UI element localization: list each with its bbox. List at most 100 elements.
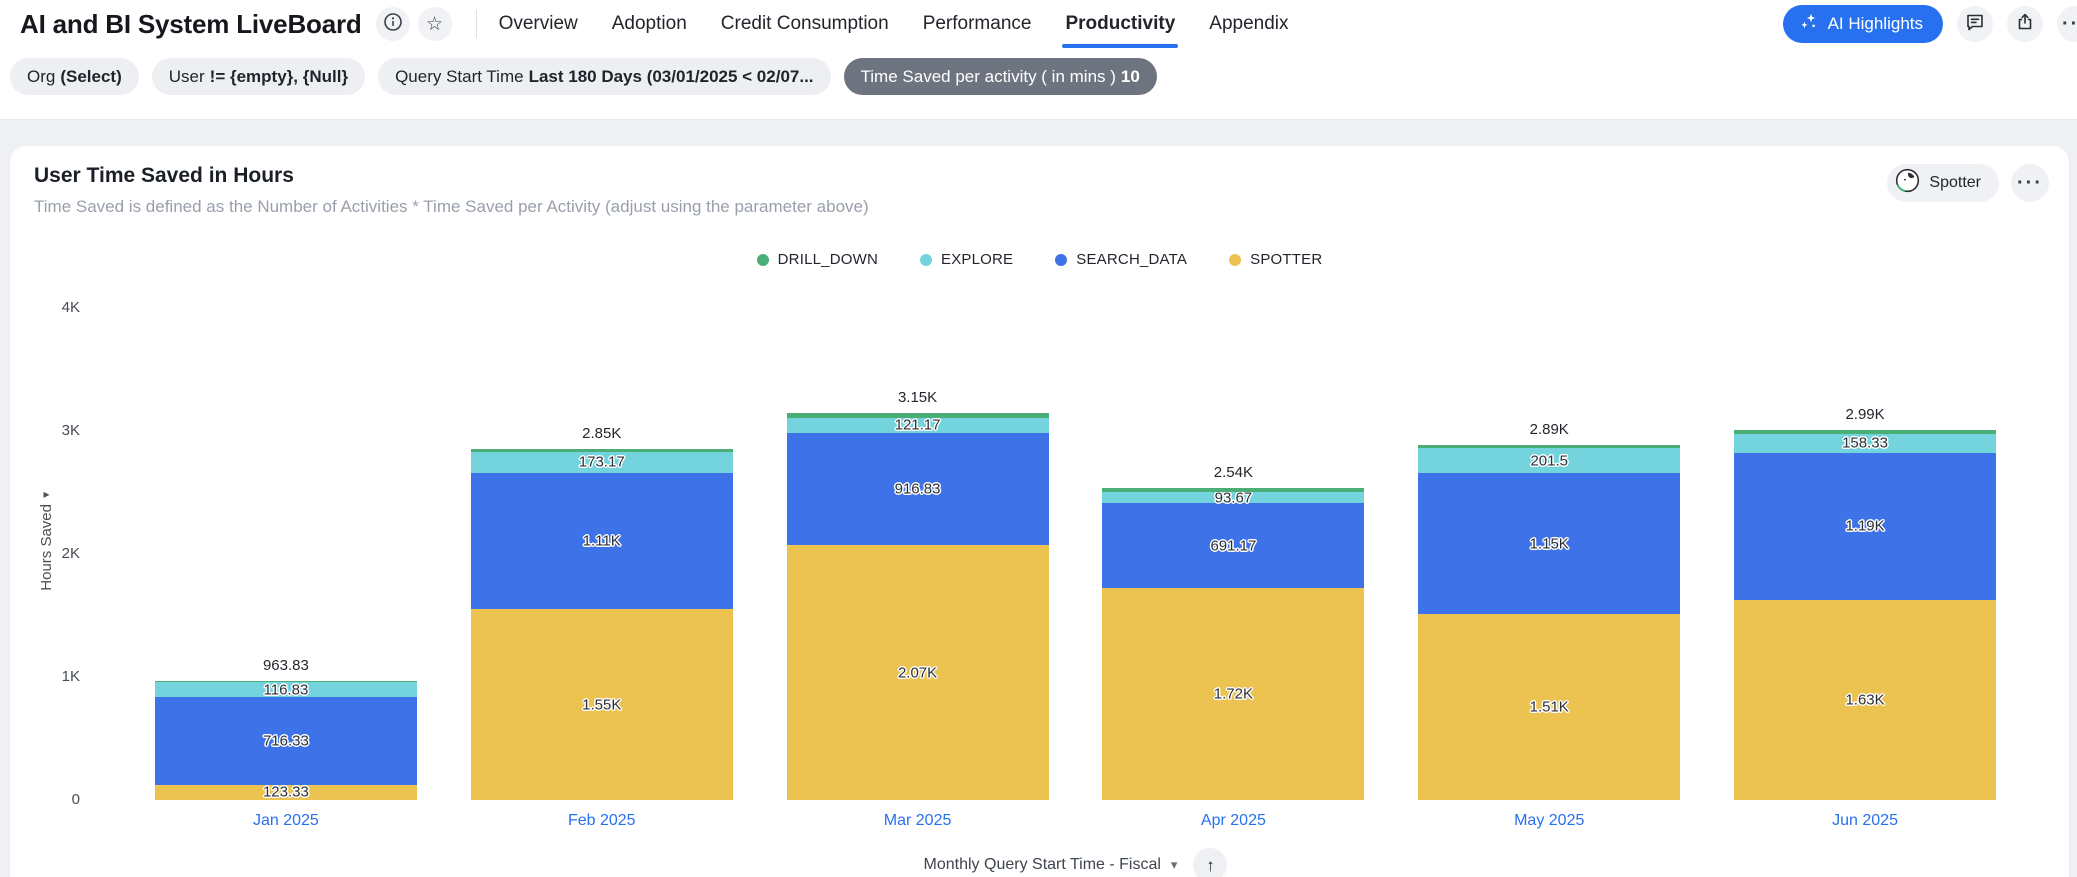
segment-search-data[interactable]: 1.19K bbox=[1734, 453, 1996, 599]
chart-legend: DRILL_DOWN EXPLORE SEARCH_DATA SPOTTER bbox=[10, 251, 2069, 268]
filter-chip-user[interactable]: User!= {empty}, {Null} bbox=[152, 58, 365, 95]
more-options-button-header[interactable]: ··· bbox=[2057, 6, 2077, 42]
segment-search-data[interactable]: 1.11K bbox=[471, 473, 733, 610]
tab-performance[interactable]: Performance bbox=[923, 0, 1032, 48]
topbar-actions: AI Highlights ··· bbox=[1783, 5, 2077, 43]
legend-label: SPOTTER bbox=[1250, 251, 1322, 268]
segment-drill-down[interactable] bbox=[787, 413, 1049, 418]
segment-spotter[interactable]: 123.33 bbox=[155, 785, 417, 800]
segment-search-data[interactable]: 916.83 bbox=[787, 433, 1049, 546]
legend-dot-icon bbox=[757, 254, 769, 266]
segment-explore[interactable]: 201.5 bbox=[1418, 448, 1680, 473]
segment-spotter[interactable]: 2.07K bbox=[787, 545, 1049, 800]
tab-credit-consumption[interactable]: Credit Consumption bbox=[721, 0, 889, 48]
tab-appendix[interactable]: Appendix bbox=[1209, 0, 1288, 48]
bar-total-label: 2.54K bbox=[1102, 464, 1364, 481]
header-divider bbox=[476, 10, 477, 38]
legend-item-search-data[interactable]: SEARCH_DATA bbox=[1055, 251, 1187, 268]
y-tick-0: 0 bbox=[10, 791, 80, 809]
stacked-bar-feb-2025[interactable]: 1.55K1.11K173.172.85K bbox=[471, 449, 733, 800]
share-button[interactable] bbox=[2007, 6, 2043, 42]
info-button[interactable] bbox=[376, 7, 410, 41]
top-bar: AI and BI System LiveBoard ☆ OverviewAdo… bbox=[0, 0, 2077, 48]
segment-spotter[interactable]: 1.72K bbox=[1102, 588, 1364, 800]
comment-icon bbox=[1965, 12, 1985, 37]
stacked-bar-mar-2025[interactable]: 2.07K916.83121.173.15K bbox=[787, 413, 1049, 800]
segment-value-label: 1.11K bbox=[471, 534, 733, 549]
filter-chip-org[interactable]: Org(Select) bbox=[10, 58, 139, 95]
stacked-bar-apr-2025[interactable]: 1.72K691.1793.672.54K bbox=[1102, 488, 1364, 800]
segment-drill-down[interactable] bbox=[1418, 445, 1680, 448]
segment-spotter[interactable]: 1.51K bbox=[1418, 614, 1680, 800]
tab-overview[interactable]: Overview bbox=[499, 0, 578, 48]
y-axis-title[interactable]: ▸ Hours Saved bbox=[38, 488, 55, 591]
y-tick-4k: 4K bbox=[10, 299, 80, 317]
segment-explore[interactable]: 158.33 bbox=[1734, 434, 1996, 454]
x-tick-feb-2025: Feb 2025 bbox=[444, 812, 760, 830]
segment-search-data[interactable]: 1.15K bbox=[1418, 473, 1680, 614]
segment-value-label: 93.67 bbox=[1102, 490, 1364, 505]
y-tick-1k: 1K bbox=[10, 668, 80, 686]
filter-chip-time-saved-per-activity-in-mins[interactable]: Time Saved per activity ( in mins )10 bbox=[844, 58, 1157, 95]
segment-value-label: 1.72K bbox=[1102, 687, 1364, 702]
viz-title-block: User Time Saved in Hours Time Saved is d… bbox=[34, 164, 1887, 217]
bar-group-apr-2025: 1.72K691.1793.672.54KApr 2025 bbox=[1075, 308, 1391, 800]
legend-item-drill-down[interactable]: DRILL_DOWN bbox=[757, 251, 878, 268]
bar-total-label: 3.15K bbox=[787, 389, 1049, 406]
segment-drill-down[interactable] bbox=[471, 449, 733, 452]
x-axis-title-label[interactable]: Monthly Query Start Time - Fiscal bbox=[924, 856, 1161, 874]
tab-productivity[interactable]: Productivity bbox=[1065, 0, 1175, 48]
segment-value-label: 916.83 bbox=[787, 482, 1049, 497]
segment-explore[interactable]: 116.83 bbox=[155, 682, 417, 696]
bar-total-label: 2.89K bbox=[1418, 421, 1680, 438]
segment-spotter[interactable]: 1.55K bbox=[471, 609, 733, 800]
stacked-bar-jan-2025[interactable]: 123.33716.33116.83963.83 bbox=[155, 681, 417, 800]
stacked-bar-jun-2025[interactable]: 1.63K1.19K158.332.99K bbox=[1734, 430, 1996, 800]
legend-dot-icon bbox=[920, 254, 932, 266]
legend-item-spotter[interactable]: SPOTTER bbox=[1229, 251, 1322, 268]
legend-label: SEARCH_DATA bbox=[1076, 251, 1187, 268]
bar-total-label: 963.83 bbox=[155, 657, 417, 674]
viz-card-header: User Time Saved in Hours Time Saved is d… bbox=[10, 146, 2069, 217]
x-tick-jun-2025: Jun 2025 bbox=[1707, 812, 2023, 830]
spotter-button[interactable]: Spotter bbox=[1887, 164, 1999, 202]
legend-label: EXPLORE bbox=[941, 251, 1013, 268]
bar-total-label: 2.99K bbox=[1734, 406, 1996, 423]
more-options-button-card[interactable]: ··· bbox=[2011, 164, 2049, 202]
segment-explore[interactable]: 93.67 bbox=[1102, 492, 1364, 504]
x-axis-control: Monthly Query Start Time - Fiscal ▾ ↑ bbox=[128, 848, 2023, 877]
x-tick-may-2025: May 2025 bbox=[1391, 812, 1707, 830]
segment-explore[interactable]: 173.17 bbox=[471, 452, 733, 473]
axis-arrow-icon: ▸ bbox=[43, 488, 49, 500]
chevron-down-icon[interactable]: ▾ bbox=[1171, 857, 1178, 873]
viz-subtitle: Time Saved is defined as the Number of A… bbox=[34, 197, 1887, 217]
favorite-button[interactable]: ☆ bbox=[418, 7, 452, 41]
segment-drill-down[interactable] bbox=[1102, 488, 1364, 492]
segment-drill-down[interactable] bbox=[1734, 430, 1996, 434]
x-tick-mar-2025: Mar 2025 bbox=[760, 812, 1076, 830]
sort-ascending-button[interactable]: ↑ bbox=[1193, 848, 1227, 877]
segment-value-label: 2.07K bbox=[787, 665, 1049, 680]
filter-chip-query-start-time[interactable]: Query Start TimeLast 180 Days (03/01/202… bbox=[378, 58, 830, 95]
stacked-bar-may-2025[interactable]: 1.51K1.15K201.52.89K bbox=[1418, 445, 1680, 800]
y-axis-title-label: Hours Saved bbox=[38, 504, 55, 591]
ai-highlights-button[interactable]: AI Highlights bbox=[1783, 5, 1943, 43]
segment-value-label: 201.5 bbox=[1418, 453, 1680, 468]
segment-search-data[interactable]: 691.17 bbox=[1102, 503, 1364, 588]
bar-group-mar-2025: 2.07K916.83121.173.15KMar 2025 bbox=[760, 308, 1076, 800]
x-tick-jan-2025: Jan 2025 bbox=[128, 812, 444, 830]
comment-button[interactable] bbox=[1957, 6, 1993, 42]
segment-spotter[interactable]: 1.63K bbox=[1734, 600, 1996, 801]
spotter-dog-icon bbox=[1895, 168, 1920, 198]
x-tick-apr-2025: Apr 2025 bbox=[1075, 812, 1391, 830]
segment-value-label: 121.17 bbox=[787, 418, 1049, 433]
segment-explore[interactable]: 121.17 bbox=[787, 418, 1049, 433]
bar-group-jun-2025: 1.63K1.19K158.332.99KJun 2025 bbox=[1707, 308, 2023, 800]
segment-search-data[interactable]: 716.33 bbox=[155, 697, 417, 785]
title-icons: ☆ bbox=[376, 7, 452, 41]
tab-adoption[interactable]: Adoption bbox=[612, 0, 687, 48]
segment-value-label: 158.33 bbox=[1734, 436, 1996, 451]
liveboard-tabs: Overview Adoption Credit Consumption Perfor… bbox=[499, 0, 1289, 48]
segment-drill-down[interactable] bbox=[155, 681, 417, 682]
legend-item-explore[interactable]: EXPLORE bbox=[920, 251, 1013, 268]
